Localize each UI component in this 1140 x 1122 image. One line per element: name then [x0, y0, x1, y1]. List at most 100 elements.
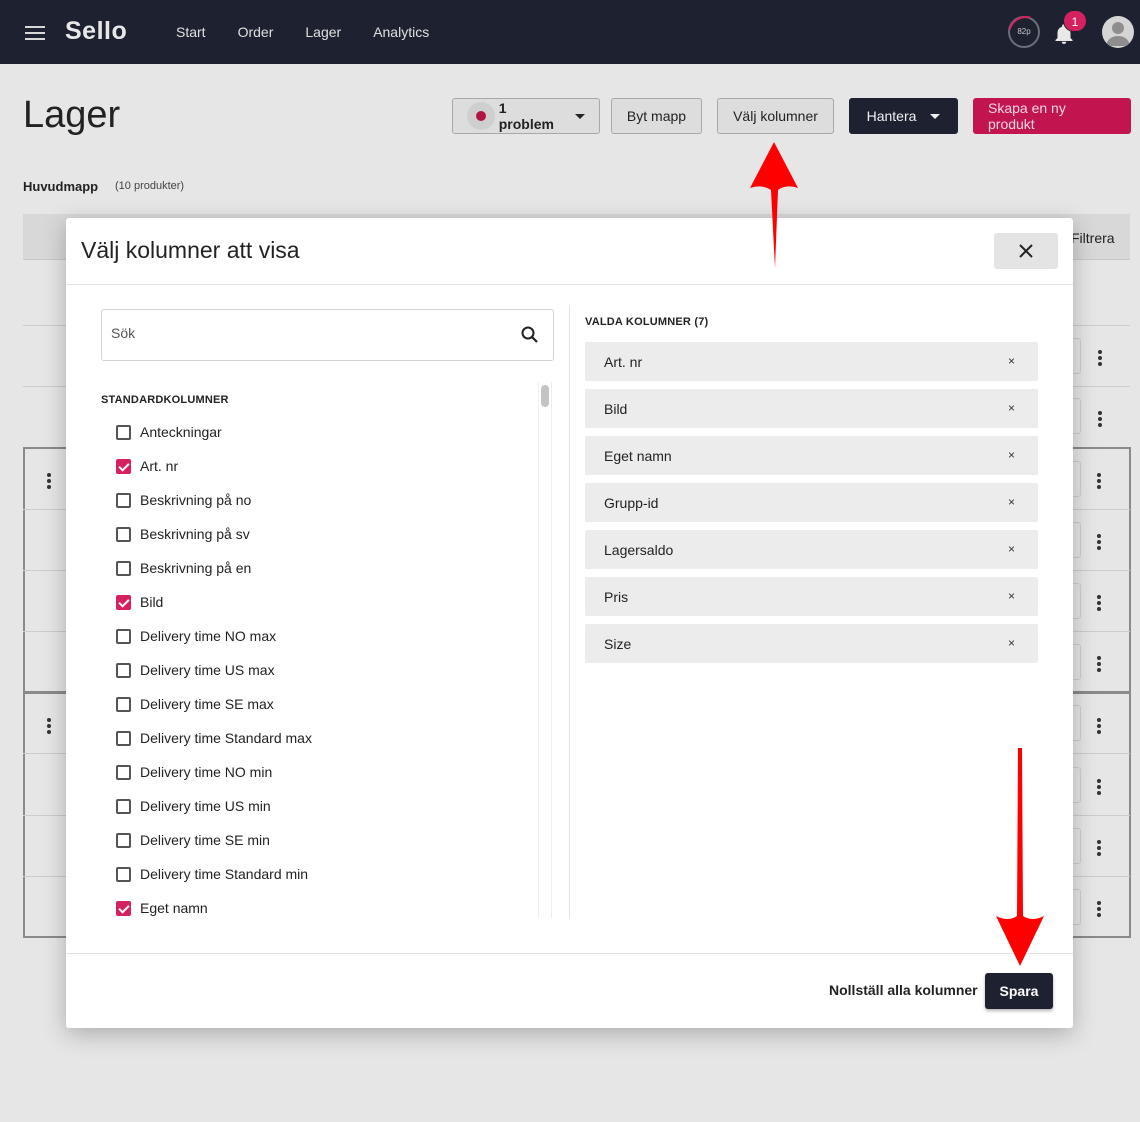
column-option[interactable]: Delivery time US min [116, 789, 536, 823]
selected-column-chip[interactable]: Lagersaldo × [585, 530, 1038, 569]
selected-column-chip[interactable]: Size × [585, 624, 1038, 663]
column-option[interactable]: Anteckningar [116, 415, 536, 449]
more-vertical-icon[interactable] [1097, 473, 1101, 489]
more-vertical-icon[interactable] [1098, 350, 1102, 366]
search-input[interactable] [111, 325, 501, 341]
selected-column-chip[interactable]: Art. nr × [585, 342, 1038, 381]
checkbox[interactable] [116, 492, 131, 508]
column-option[interactable]: Beskrivning på en [116, 551, 536, 585]
choose-columns-button[interactable]: Välj kolumner [717, 98, 834, 134]
save-button[interactable]: Spara [985, 973, 1053, 1009]
more-vertical-icon[interactable] [1097, 656, 1101, 672]
scrollbar[interactable] [538, 382, 552, 918]
more-vertical-icon[interactable] [1097, 718, 1101, 734]
avatar[interactable] [1102, 16, 1134, 48]
remove-icon[interactable]: × [1008, 495, 1015, 509]
close-icon [1019, 244, 1033, 258]
nav-lager[interactable]: Lager [305, 24, 341, 40]
remove-icon[interactable]: × [1008, 401, 1015, 415]
column-option[interactable]: Art. nr [116, 449, 536, 483]
search-field[interactable] [101, 309, 554, 361]
more-vertical-icon[interactable] [47, 473, 51, 489]
more-vertical-icon[interactable] [1097, 534, 1101, 550]
folder-product-count: (10 produkter) [115, 180, 185, 192]
selected-column-chip[interactable]: Grupp-id × [585, 483, 1038, 522]
selected-column-chip[interactable]: Pris × [585, 577, 1038, 616]
checkbox[interactable] [116, 900, 131, 916]
cell-edge [1073, 398, 1081, 434]
nav-start[interactable]: Start [176, 24, 206, 40]
cell-edge [1073, 522, 1081, 558]
nav-analytics[interactable]: Analytics [373, 24, 429, 40]
checkbox[interactable] [116, 730, 131, 746]
checkbox[interactable] [116, 424, 131, 440]
nav-order[interactable]: Order [238, 24, 274, 40]
main-nav: Start Order Lager Analytics [176, 24, 429, 40]
column-option[interactable]: Delivery time NO max [116, 619, 536, 653]
remove-icon[interactable]: × [1008, 542, 1015, 556]
checkbox[interactable] [116, 764, 131, 780]
remove-icon[interactable]: × [1008, 448, 1015, 462]
switch-folder-button[interactable]: Byt mapp [611, 98, 702, 134]
column-option[interactable]: Beskrivning på sv [116, 517, 536, 551]
dialog-footer-divider [66, 953, 1073, 954]
column-option-label: Delivery time Standard min [140, 866, 309, 882]
progress-indicator[interactable]: 82p [1008, 16, 1040, 48]
checkbox[interactable] [116, 526, 131, 542]
remove-icon[interactable]: × [1008, 589, 1015, 603]
close-button[interactable] [994, 233, 1058, 269]
selected-column-label: Art. nr [604, 354, 643, 370]
scrollbar-thumb[interactable] [541, 385, 549, 407]
problem-button-label: 1 problem [498, 100, 554, 132]
column-option[interactable]: Delivery time Standard min [116, 857, 536, 891]
create-product-button[interactable]: Skapa en ny produkt [973, 98, 1131, 134]
checkbox[interactable] [116, 866, 131, 882]
selected-column-label: Pris [604, 589, 629, 605]
column-option-label: Beskrivning på sv [140, 526, 250, 542]
checkbox[interactable] [116, 696, 131, 712]
cell-edge [1073, 889, 1081, 925]
selected-column-chip[interactable]: Eget namn × [585, 436, 1038, 475]
column-option-label: Bild [140, 594, 164, 610]
column-option[interactable]: Delivery time SE max [116, 687, 536, 721]
checkbox[interactable] [116, 560, 131, 576]
checkbox[interactable] [116, 594, 131, 610]
column-option[interactable]: Delivery time NO min [116, 755, 536, 789]
menu-icon[interactable] [25, 26, 45, 40]
manage-button[interactable]: Hantera [849, 98, 958, 134]
column-option[interactable]: Beskrivning på no [116, 483, 536, 517]
column-option[interactable]: Delivery time SE min [116, 823, 536, 857]
column-option[interactable]: Eget namn [116, 891, 536, 925]
folder-name: Huvudmapp [23, 179, 99, 194]
remove-icon[interactable]: × [1008, 354, 1015, 368]
more-vertical-icon[interactable] [1097, 595, 1101, 611]
more-vertical-icon[interactable] [1097, 779, 1101, 795]
selected-column-label: Lagersaldo [604, 542, 674, 558]
checkbox[interactable] [116, 458, 131, 474]
dialog-divider [66, 284, 1073, 285]
checkbox[interactable] [116, 798, 131, 814]
more-vertical-icon[interactable] [1098, 411, 1102, 427]
column-option[interactable]: Delivery time US max [116, 653, 536, 687]
column-option[interactable]: Delivery time Standard max [116, 721, 536, 755]
column-option-label: Delivery time US min [140, 798, 271, 814]
checkbox[interactable] [116, 662, 131, 678]
column-option[interactable]: Bild [116, 585, 536, 619]
problem-button[interactable]: 1 problem [452, 98, 600, 134]
column-option-label: Beskrivning på no [140, 492, 252, 508]
manage-button-label: Hantera [866, 108, 917, 124]
column-option-label: Delivery time SE max [140, 696, 274, 712]
checkbox[interactable] [116, 832, 131, 848]
selected-column-label: Bild [604, 401, 628, 417]
reset-columns-button[interactable]: Nollställ alla kolumner [829, 982, 978, 998]
remove-icon[interactable]: × [1008, 636, 1015, 650]
checkbox[interactable] [116, 628, 131, 644]
search-icon[interactable] [520, 325, 540, 345]
filter-button[interactable]: Filtrera [1071, 230, 1115, 246]
more-vertical-icon[interactable] [47, 718, 51, 734]
more-vertical-icon[interactable] [1097, 840, 1101, 856]
selected-column-chip[interactable]: Bild × [585, 389, 1038, 428]
selected-column-label: Eget namn [604, 448, 672, 464]
problem-status-icon [467, 102, 495, 130]
more-vertical-icon[interactable] [1097, 901, 1101, 917]
